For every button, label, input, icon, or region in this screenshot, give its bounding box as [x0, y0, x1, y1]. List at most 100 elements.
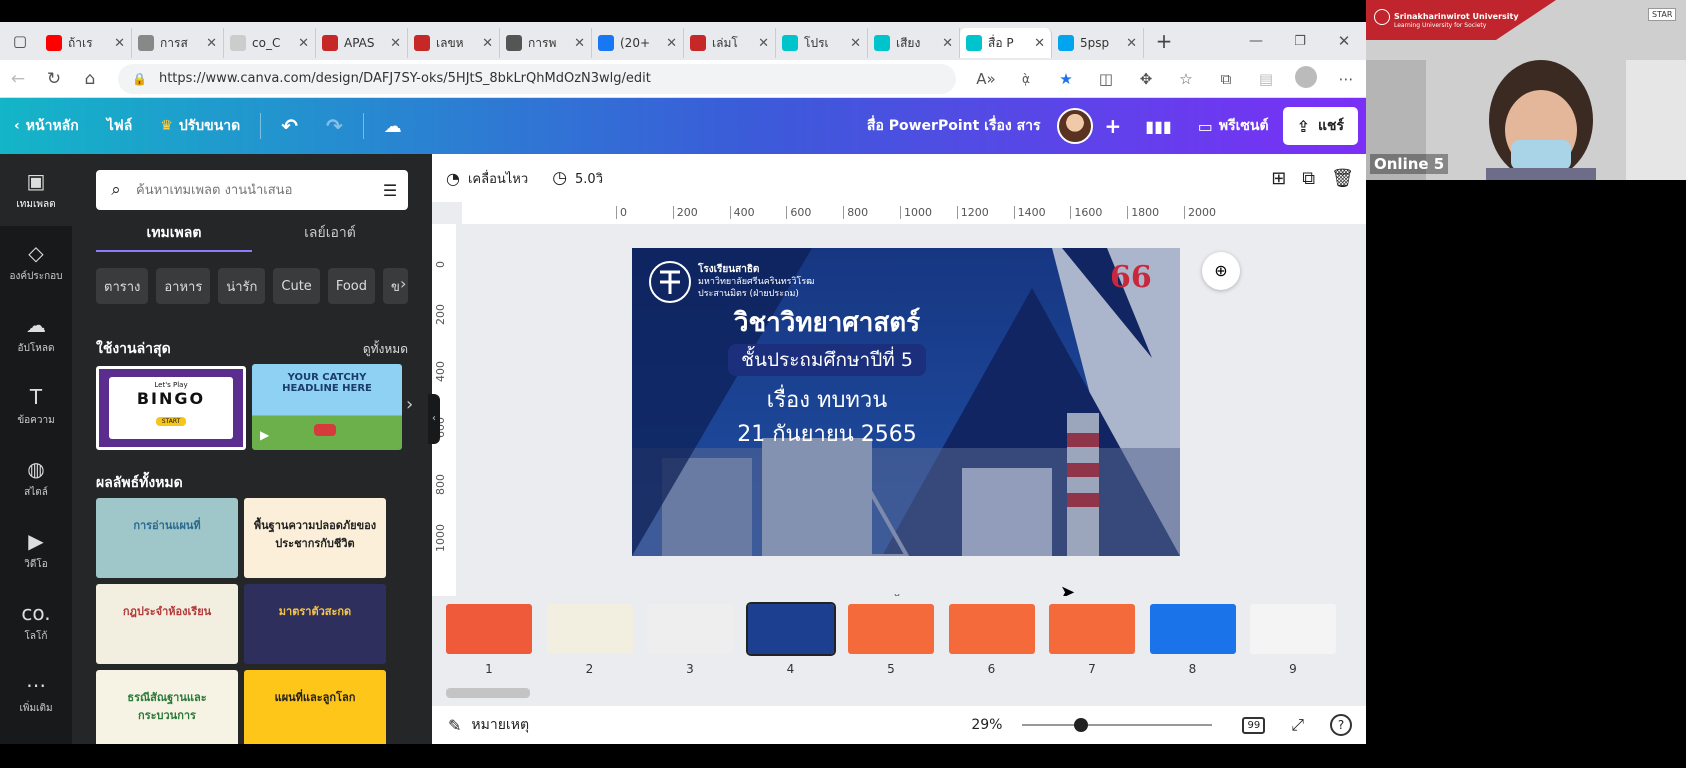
close-tab-icon[interactable]: ✕ — [1126, 36, 1137, 51]
filter-icon[interactable]: ☰ — [372, 181, 408, 200]
sidebar-item[interactable]: ▣ เทมเพลต — [0, 154, 72, 226]
tab-layouts[interactable]: เลย์เอาต์ — [252, 222, 408, 252]
delete-page-icon[interactable]: 🗑 — [1323, 168, 1366, 189]
recent-template-headline[interactable]: YOUR CATCHY HEADLINE HERE ▶ — [252, 364, 402, 450]
close-tab-icon[interactable]: ✕ — [574, 36, 585, 51]
browser-tab[interactable]: โปรเ ✕ — [776, 28, 868, 58]
add-page-icon[interactable]: ⊞ — [1263, 168, 1294, 189]
browser-tab[interactable]: การส ✕ — [132, 28, 224, 58]
notes-button[interactable]: ✎ หมายเหตุ — [432, 714, 545, 736]
keyword-chip[interactable]: อาหาร — [156, 268, 211, 304]
page-thumbnail[interactable] — [1049, 604, 1135, 654]
close-tab-icon[interactable]: ✕ — [666, 36, 677, 51]
cloud-save-icon[interactable]: ☁ — [370, 116, 416, 137]
favorites-icon[interactable]: ☆ — [1166, 70, 1206, 88]
favorite-star-icon[interactable]: ★ — [1046, 70, 1086, 88]
browser-tab[interactable]: เล่มโ ✕ — [684, 28, 776, 58]
browser-tab[interactable]: 5psp ✕ — [1052, 28, 1144, 58]
close-tab-icon[interactable]: ✕ — [298, 36, 309, 51]
browser-tab[interactable]: เสียง ✕ — [868, 28, 960, 58]
sidebar-item[interactable]: co. โลโก้ — [0, 586, 72, 658]
close-tab-icon[interactable]: ✕ — [206, 36, 217, 51]
close-tab-icon[interactable]: ✕ — [1034, 36, 1045, 51]
page-thumbnail[interactable] — [1149, 604, 1236, 654]
close-tab-icon[interactable]: ✕ — [482, 36, 493, 51]
insights-icon[interactable]: ▮▮▮ — [1133, 117, 1183, 136]
template-thumbnail[interactable]: พื้นฐานความปลอดภัยของประชากรกับชีวิต — [244, 498, 386, 578]
browser-tab[interactable]: สื่อ P ✕ — [960, 28, 1052, 58]
tab-templates[interactable]: เทมเพลต — [96, 222, 252, 252]
close-tab-icon[interactable]: ✕ — [942, 36, 953, 51]
reload-icon[interactable]: ↻ — [36, 69, 72, 89]
close-tab-icon[interactable]: ✕ — [758, 36, 769, 51]
sidebar-item[interactable]: ▶ วิดีโอ — [0, 514, 72, 586]
duplicate-page-icon[interactable]: ⧉ — [1294, 168, 1323, 189]
collaborator-avatar[interactable] — [1056, 108, 1093, 144]
keyword-chip[interactable]: ตาราง — [96, 268, 149, 304]
puzzle-icon[interactable]: ✥ — [1126, 70, 1166, 88]
performance-icon[interactable]: ▤ — [1246, 70, 1286, 88]
restore-button[interactable]: ❐ — [1278, 34, 1322, 49]
page-thumbnail[interactable] — [948, 604, 1035, 654]
resize-button[interactable]: ♛ ปรับขนาด — [146, 115, 254, 137]
sidebar-item[interactable]: ◇ องค์ประกอบ — [0, 226, 72, 298]
sidebar-item[interactable]: ☁ อัปโหลด — [0, 298, 72, 370]
collections-icon[interactable]: ⧉ — [1206, 70, 1246, 88]
chevron-right-icon[interactable]: › — [406, 394, 413, 415]
redo-icon[interactable]: ↷ — [312, 114, 357, 138]
page-thumbnail[interactable] — [745, 602, 836, 656]
recent-template-bingo[interactable]: Let's Play BINGO START — [96, 366, 246, 450]
settings-menu-icon[interactable]: ⋯ — [1326, 70, 1366, 88]
browser-tab[interactable]: การพ ✕ — [500, 28, 592, 58]
browser-tab[interactable]: co_C ✕ — [224, 28, 316, 58]
close-tab-icon[interactable]: ✕ — [114, 36, 125, 51]
sidebar-item[interactable]: ◍ สไตล์ — [0, 442, 72, 514]
template-thumbnail[interactable]: ธรณีสัณฐานและกระบวนการ — [96, 670, 238, 744]
keyword-chip[interactable]: Cute — [273, 268, 320, 304]
template-thumbnail[interactable]: กฎประจำห้องเรียน — [96, 584, 238, 664]
read-aloud-icon[interactable]: A» — [966, 70, 1006, 88]
translate-icon[interactable]: ᾲ — [1006, 72, 1046, 86]
search-input[interactable] — [136, 182, 372, 198]
home-icon[interactable]: ⌂ — [72, 69, 108, 89]
url-field[interactable]: 🔒 https://www.canva.com/design/DAFJ7SY-o… — [118, 63, 956, 94]
template-search-field[interactable]: ⌕ ☰ — [96, 170, 408, 210]
share-button[interactable]: ⇪ แชร์ — [1282, 107, 1358, 145]
home-button[interactable]: ‹ หน้าหลัก — [0, 115, 93, 137]
sidebar-item[interactable]: ⋯ เพิ่มเติม — [0, 658, 72, 730]
see-all-link[interactable]: ดูทั้งหมด — [363, 340, 408, 359]
present-button[interactable]: ▭ พรีเซนต์ — [1184, 115, 1283, 137]
chevron-right-icon[interactable]: › — [400, 274, 406, 293]
close-window-button[interactable]: ✕ — [1322, 32, 1366, 50]
page-thumbnail[interactable] — [848, 604, 934, 654]
browser-tab[interactable]: ถ้าเร ✕ — [40, 28, 132, 58]
tab-actions-icon[interactable]: ▢ — [0, 32, 40, 50]
duration-button[interactable]: ◷ 5.0วิ — [542, 168, 613, 189]
keyword-chip[interactable]: น่ารัก — [218, 268, 266, 304]
page-thumbnail[interactable] — [546, 604, 633, 654]
close-tab-icon[interactable]: ✕ — [390, 36, 401, 51]
template-thumbnail[interactable]: มาตราตัวสะกด — [244, 584, 386, 664]
zoom-handle[interactable] — [1074, 718, 1089, 732]
back-icon[interactable]: ← — [0, 69, 36, 89]
sidebar-item[interactable]: T ข้อความ — [0, 370, 72, 442]
design-title[interactable]: สื่อ PowerPoint เรื่อง สาร — [851, 115, 1057, 137]
comment-button[interactable]: ⊕ — [1202, 252, 1240, 290]
browser-tab[interactable]: (20+ ✕ — [592, 28, 684, 58]
file-button[interactable]: ไฟล์ — [93, 115, 147, 137]
keyword-chip[interactable]: Food — [327, 268, 375, 304]
profile-avatar[interactable] — [1286, 65, 1326, 92]
close-tab-icon[interactable]: ✕ — [850, 36, 861, 51]
slide-canvas[interactable]: โรงเรียนสาธิต มหาวิทยาลัยศรีนครินทรวิโรฒ… — [632, 248, 1180, 556]
zoom-slider[interactable] — [1022, 715, 1213, 735]
template-thumbnail[interactable]: การอ่านแผนที่ — [96, 498, 238, 578]
template-thumbnail[interactable]: แผนที่และลูกโลก — [244, 670, 386, 744]
help-icon[interactable]: ? — [1330, 714, 1352, 736]
fullscreen-icon[interactable]: ⤢ — [1279, 715, 1316, 735]
browser-tab[interactable]: APAS ✕ — [316, 28, 408, 58]
page-thumbnail[interactable] — [647, 604, 733, 654]
strip-scrollbar[interactable] — [446, 688, 530, 698]
minimize-button[interactable]: — — [1234, 33, 1278, 49]
animate-button[interactable]: ◔ เคลื่อนไหว — [432, 168, 542, 189]
add-collaborator-icon[interactable]: + — [1093, 114, 1134, 138]
